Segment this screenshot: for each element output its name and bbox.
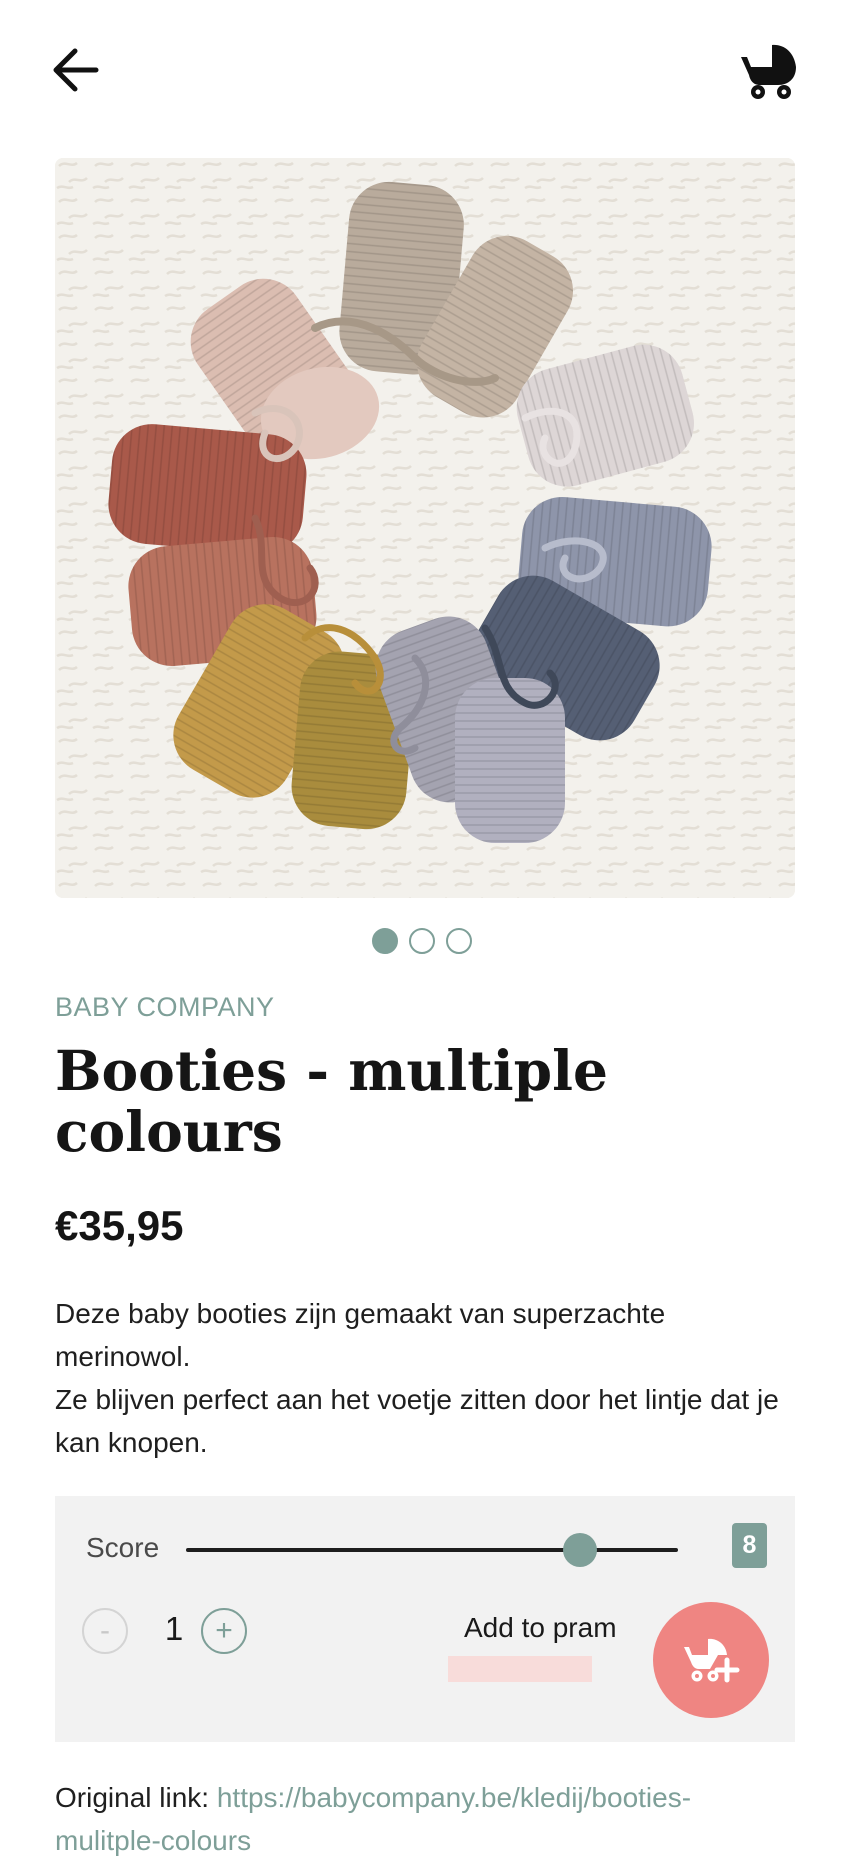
quantity-value: 1 bbox=[164, 1610, 184, 1647]
description-paragraph-2: Ze blijven perfect aan het voetje zitten… bbox=[55, 1384, 779, 1458]
add-to-pram-button[interactable] bbox=[653, 1602, 769, 1718]
baby-carriage-icon bbox=[741, 44, 796, 99]
product-description: Deze baby booties zijn gemaakt van super… bbox=[55, 1292, 795, 1464]
description-paragraph-1: Deze baby booties zijn gemaakt van super… bbox=[55, 1298, 666, 1372]
purchase-panel: Score 8 - 1 + Add to pram bbox=[55, 1496, 795, 1742]
original-link-label: Original link: bbox=[55, 1782, 210, 1813]
pagination-dot-2[interactable] bbox=[408, 928, 435, 954]
brand-name: BABY COMPANY bbox=[55, 992, 275, 1022]
arrow-left-icon bbox=[53, 48, 99, 92]
score-slider-thumb[interactable] bbox=[562, 1533, 597, 1567]
score-slider[interactable] bbox=[186, 1533, 678, 1567]
top-bar bbox=[0, 0, 843, 140]
gallery-pagination bbox=[0, 928, 843, 960]
add-to-pram-icon bbox=[684, 1638, 740, 1683]
product-title: Booties - multiple colours bbox=[55, 1038, 608, 1164]
back-button[interactable] bbox=[48, 42, 104, 98]
decrease-quantity-button[interactable]: - bbox=[82, 1608, 128, 1654]
product-price: €35,95 bbox=[55, 1202, 184, 1249]
increase-quantity-button[interactable]: + bbox=[201, 1608, 247, 1654]
add-label-highlight bbox=[448, 1656, 592, 1682]
score-value-badge: 8 bbox=[732, 1523, 767, 1568]
original-link-section: Original link: https://babycompany.be/kl… bbox=[55, 1776, 795, 1862]
score-label: Score bbox=[86, 1532, 160, 1563]
add-to-pram-label[interactable]: Add to pram bbox=[464, 1612, 617, 1644]
pagination-dot-1[interactable] bbox=[371, 928, 398, 954]
product-image[interactable] bbox=[55, 158, 795, 898]
pram-button[interactable] bbox=[738, 40, 800, 102]
pagination-dot-3[interactable] bbox=[445, 928, 472, 954]
